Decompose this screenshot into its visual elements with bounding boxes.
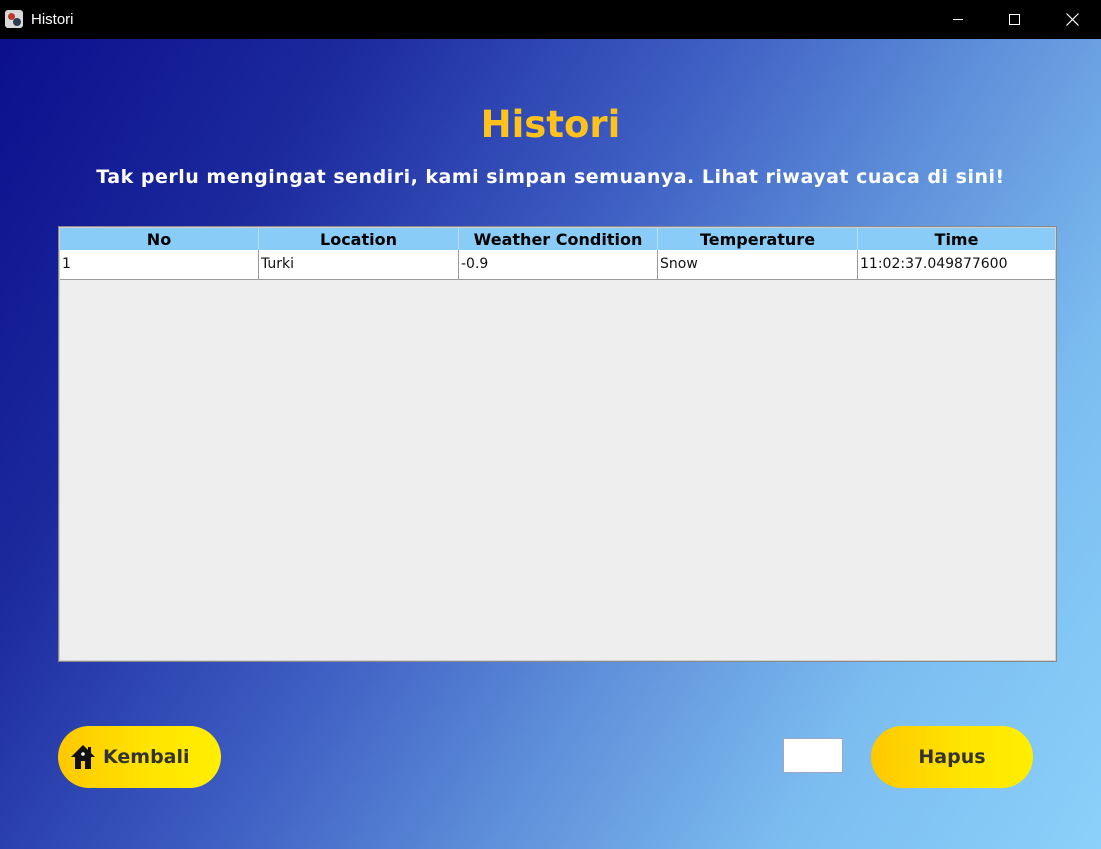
page-title: Histori (480, 103, 621, 146)
close-button[interactable] (1043, 0, 1101, 39)
cell-weather-condition[interactable]: -0.9 (459, 250, 658, 279)
cell-no[interactable]: 1 (60, 250, 259, 279)
home-icon (71, 745, 95, 769)
histori-panel: Histori Tak perlu mengingat sendiri, kam… (0, 39, 1101, 849)
close-icon (1066, 13, 1079, 26)
table-header: No Location Weather Condition Temperatur… (60, 228, 1055, 250)
history-table[interactable]: No Location Weather Condition Temperatur… (58, 226, 1057, 662)
column-header-location[interactable]: Location (259, 228, 459, 250)
minimize-icon (953, 19, 963, 20)
maximize-icon (1009, 14, 1020, 25)
cell-time[interactable]: 11:02:37.049877600 (858, 250, 1055, 279)
java-app-icon (5, 10, 23, 28)
delete-button-label: Hapus (918, 746, 986, 768)
column-header-temperature[interactable]: Temperature (658, 228, 858, 250)
cell-location[interactable]: Turki (259, 250, 459, 279)
back-button[interactable]: Kembali (58, 726, 221, 788)
minimize-button[interactable] (929, 0, 987, 39)
column-header-no[interactable]: No (60, 228, 259, 250)
histori-window: Histori Histori Tak perlu mengingat send… (0, 0, 1101, 849)
column-header-weather-condition[interactable]: Weather Condition (459, 228, 658, 250)
page-subtitle: Tak perlu mengingat sendiri, kami simpan… (96, 166, 1005, 188)
window-title: Histori (31, 11, 74, 28)
table-row[interactable]: 1 Turki -0.9 Snow 11:02:37.049877600 (60, 250, 1055, 280)
cell-temperature[interactable]: Snow (658, 250, 858, 279)
maximize-button[interactable] (985, 0, 1043, 39)
delete-button[interactable]: Hapus (871, 726, 1033, 788)
back-button-label: Kembali (103, 746, 190, 768)
column-header-time[interactable]: Time (858, 228, 1055, 250)
title-bar: Histori (0, 0, 1101, 39)
delete-id-input[interactable] (783, 738, 843, 773)
